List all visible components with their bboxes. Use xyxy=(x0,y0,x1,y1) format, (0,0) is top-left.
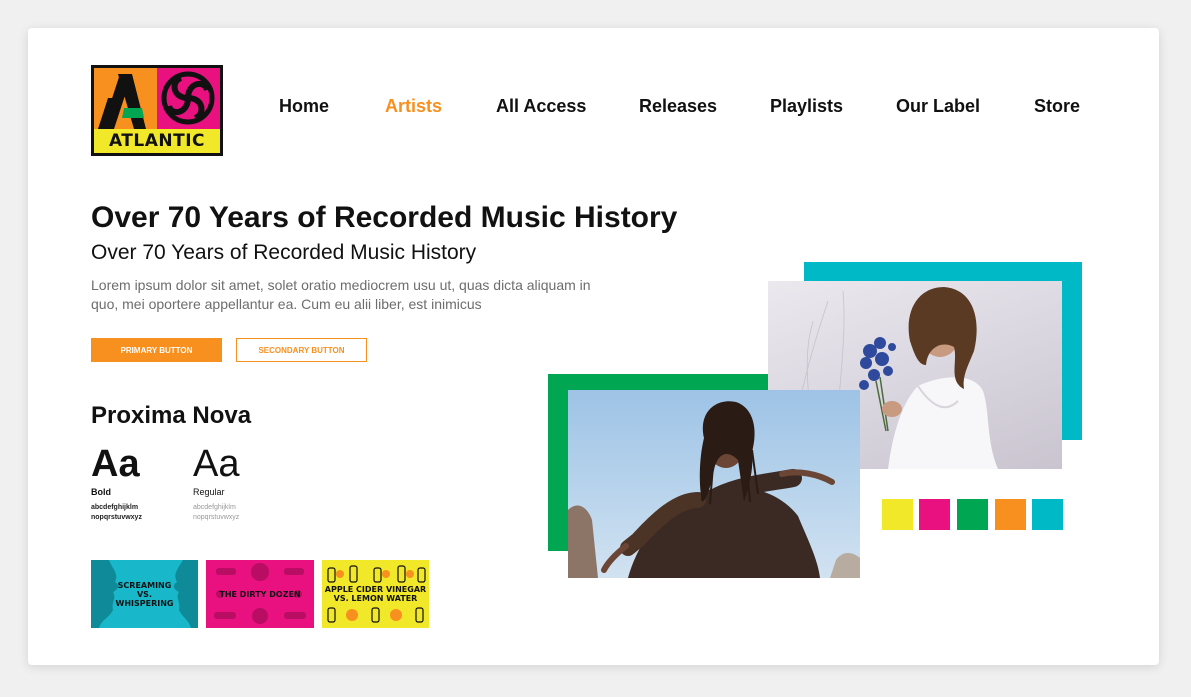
nav-playlists[interactable]: Playlists xyxy=(770,96,843,118)
swatch-magenta xyxy=(919,499,950,530)
bold-sample: Aa xyxy=(91,443,140,485)
swatch-green xyxy=(957,499,988,530)
tile2-text: THE DIRTY DOZEN xyxy=(219,590,300,599)
tile1-line3: WHISPERING xyxy=(115,598,174,608)
atlantic-logo[interactable]: ATLANTIC xyxy=(91,65,223,156)
tile2-line1: THE DIRTY DOZEN xyxy=(219,589,301,599)
man-reaching-image xyxy=(568,401,860,578)
bold-alphabet-line2: nopqrstuvwxyz xyxy=(91,514,142,521)
swatch-orange xyxy=(995,499,1026,530)
tile3-line2: VS. LEMON WATER xyxy=(333,594,418,603)
artist-photo-man[interactable] xyxy=(568,390,860,578)
secondary-button[interactable]: SECONDARY BUTTON xyxy=(236,338,367,362)
tile-apple-cider-vinegar[interactable]: APPLE CIDER VINEGAR VS. LEMON WATER xyxy=(322,560,429,628)
logo-swirl-mark xyxy=(157,68,220,129)
logo-a-mark xyxy=(94,68,157,129)
tile3-line1: APPLE CIDER VINEGAR xyxy=(324,585,427,594)
nav-all-access[interactable]: All Access xyxy=(496,96,586,118)
bold-alphabet-line1: abcdefghijklm xyxy=(91,504,139,511)
hero-heading: Over 70 Years of Recorded Music History xyxy=(91,201,678,234)
tile-the-dirty-dozen[interactable]: THE DIRTY DOZEN xyxy=(206,560,314,628)
tile1-line1: SCREAMING xyxy=(117,580,172,590)
hero-body-text: Lorem ipsum dolor sit amet, solet oratio… xyxy=(91,277,591,312)
regular-weight-label: Regular xyxy=(193,487,225,497)
tile1-text: SCREAMING VS. WHISPERING xyxy=(116,581,174,608)
bold-weight-label: Bold xyxy=(91,487,111,497)
nav-artists[interactable]: Artists xyxy=(385,96,442,118)
nav-home[interactable]: Home xyxy=(279,96,329,118)
bold-alphabet: abcdefghijklm nopqrstuvwxyz xyxy=(91,503,171,523)
tile1-line2: VS. xyxy=(136,589,152,599)
primary-button[interactable]: PRIMARY BUTTON xyxy=(91,338,222,362)
font-name-heading: Proxima Nova xyxy=(91,402,252,429)
tile-screaming-vs-whispering[interactable]: SCREAMING VS. WHISPERING xyxy=(91,560,198,628)
logo-text: ATLANTIC xyxy=(108,131,206,151)
nav-releases[interactable]: Releases xyxy=(639,96,717,118)
regular-sample: Aa xyxy=(193,443,240,485)
regular-alphabet: abcdefghijklm nopqrstuvwxyz xyxy=(193,503,273,523)
swatch-teal xyxy=(1032,499,1063,530)
tile3-text: APPLE CIDER VINEGAR VS. LEMON WATER xyxy=(325,585,426,603)
logo-wordmark: ATLANTIC xyxy=(94,129,220,153)
swatch-yellow xyxy=(882,499,913,530)
nav-store[interactable]: Store xyxy=(1034,96,1080,118)
regular-alphabet-line2: nopqrstuvwxyz xyxy=(193,514,240,521)
nav-our-label[interactable]: Our Label xyxy=(896,96,980,118)
hero-subheading: Over 70 Years of Recorded Music History xyxy=(91,241,477,264)
regular-alphabet-line1: abcdefghijklm xyxy=(193,504,236,511)
